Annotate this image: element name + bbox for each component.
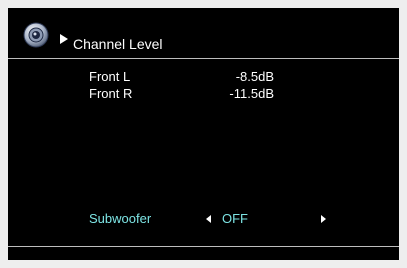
- breadcrumb-arrow-icon: [60, 34, 68, 44]
- channel-value: -8.5dB: [235, 69, 274, 84]
- screen-header: Channel Level: [8, 8, 399, 58]
- page-title: Channel Level: [73, 36, 163, 52]
- channel-row-subwoofer[interactable]: Subwoofer OFF: [8, 211, 399, 227]
- increase-arrow-icon[interactable]: [321, 215, 326, 223]
- channel-row-front-r[interactable]: Front R -11.5dB: [8, 86, 399, 102]
- channel-label: Front R: [89, 86, 133, 101]
- header-divider: [8, 58, 399, 59]
- channel-row-front-l[interactable]: Front L -8.5dB: [8, 69, 399, 85]
- decrease-arrow-icon[interactable]: [206, 215, 211, 223]
- channel-level-screen: Channel Level Front L -8.5dB Front R -11…: [8, 8, 399, 260]
- channel-value: -11.5dB: [229, 86, 274, 101]
- speaker-icon: [23, 22, 49, 48]
- subwoofer-value: OFF: [222, 211, 248, 226]
- channel-label: Front L: [89, 69, 131, 84]
- subwoofer-label: Subwoofer: [89, 211, 152, 226]
- footer-divider: [8, 246, 399, 247]
